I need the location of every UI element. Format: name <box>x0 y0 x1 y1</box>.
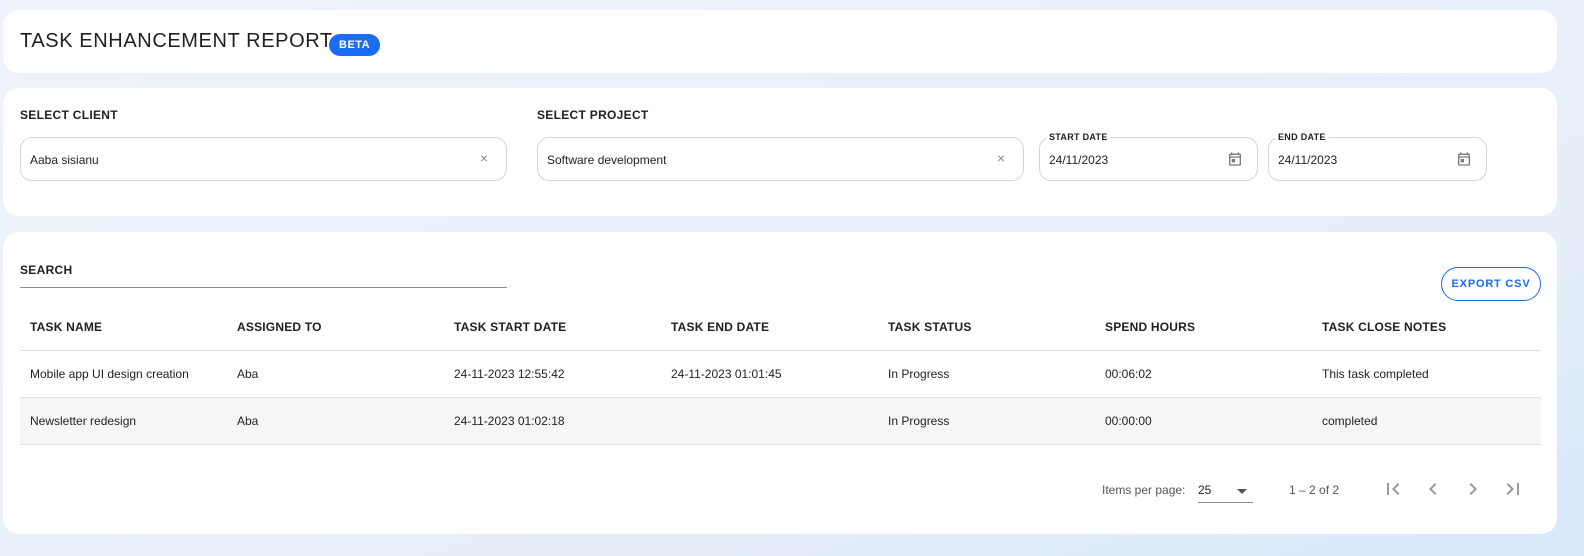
table-row[interactable]: Newsletter redesign Aba 24-11-2023 01:02… <box>20 398 1541 445</box>
end-date-label: END DATE <box>1275 132 1329 142</box>
items-per-page-select[interactable]: 25 <box>1198 478 1253 503</box>
items-per-page-value: 25 <box>1198 483 1212 497</box>
next-page-icon[interactable] <box>1461 477 1485 501</box>
table-row[interactable]: Mobile app UI design creation Aba 24-11-… <box>20 351 1541 398</box>
table-header-row: TASK NAME ASSIGNED TO TASK START DATE TA… <box>20 304 1541 351</box>
items-per-page-label: Items per page: <box>1102 483 1186 497</box>
calendar-icon[interactable] <box>1456 151 1472 167</box>
project-select-value: Software development <box>547 153 667 167</box>
table-cell: This task completed <box>1322 367 1429 381</box>
column-header[interactable]: TASK NAME <box>30 304 102 351</box>
start-date-value: 24/11/2023 <box>1049 153 1109 167</box>
table-cell: 24-11-2023 01:02:18 <box>454 414 565 428</box>
column-header[interactable]: TASK STATUS <box>888 304 972 351</box>
table-cell: 00:06:02 <box>1105 367 1152 381</box>
table-cell: In Progress <box>888 414 950 428</box>
close-icon[interactable]: × <box>994 151 1008 165</box>
column-header[interactable]: SPEND HOURS <box>1105 304 1195 351</box>
start-date-label: START DATE <box>1046 132 1111 142</box>
column-header[interactable]: TASK END DATE <box>671 304 769 351</box>
end-date-value: 24/11/2023 <box>1278 153 1338 167</box>
last-page-icon[interactable] <box>1501 477 1525 501</box>
beta-badge: BETA <box>329 34 381 56</box>
table-cell: completed <box>1322 414 1378 428</box>
header-card: TASK ENHANCEMENT REPORT BETA <box>3 10 1557 73</box>
project-label: SELECT PROJECT <box>537 108 649 122</box>
table-cell: 24-11-2023 12:55:42 <box>454 367 565 381</box>
column-header[interactable]: TASK START DATE <box>454 304 566 351</box>
column-header[interactable]: ASSIGNED TO <box>237 304 322 351</box>
column-header[interactable]: TASK CLOSE NOTES <box>1322 304 1446 351</box>
table-cell: Mobile app UI design creation <box>30 367 189 381</box>
task-table: TASK NAME ASSIGNED TO TASK START DATE TA… <box>20 304 1541 445</box>
page-title: TASK ENHANCEMENT REPORT <box>20 30 333 52</box>
project-select[interactable]: Software development × <box>537 137 1024 181</box>
page-range-label: 1 – 2 of 2 <box>1289 483 1340 497</box>
table-cell: In Progress <box>888 367 950 381</box>
table-cell: 00:00:00 <box>1105 414 1152 428</box>
table-cell: Newsletter redesign <box>30 414 137 428</box>
chevron-down-icon <box>1237 489 1247 494</box>
search-input[interactable] <box>20 256 507 288</box>
paginator: Items per page: 25 1 – 2 of 2 <box>3 472 1557 508</box>
previous-page-icon[interactable] <box>1421 477 1445 501</box>
end-date-field[interactable]: END DATE 24/11/2023 <box>1268 132 1487 181</box>
filter-card: SELECT CLIENT Aaba sisianu × SELECT PROJ… <box>3 88 1557 216</box>
client-select-value: Aaba sisianu <box>30 153 99 167</box>
calendar-icon[interactable] <box>1227 151 1243 167</box>
start-date-field[interactable]: START DATE 24/11/2023 <box>1039 132 1258 181</box>
export-csv-button[interactable]: EXPORT CSV <box>1441 267 1541 301</box>
table-cell: Aba <box>237 414 259 428</box>
table-card: SEARCH EXPORT CSV TASK NAME ASSIGNED TO … <box>3 232 1557 534</box>
table-cell: Aba <box>237 367 259 381</box>
client-select[interactable]: Aaba sisianu × <box>20 137 507 181</box>
close-icon[interactable]: × <box>477 151 491 165</box>
table-cell: 24-11-2023 01:01:45 <box>671 367 782 381</box>
first-page-icon[interactable] <box>1381 477 1405 501</box>
client-label: SELECT CLIENT <box>20 108 118 122</box>
